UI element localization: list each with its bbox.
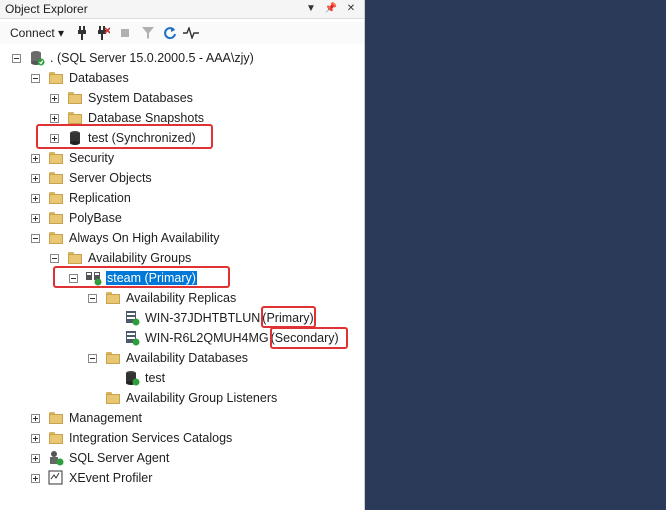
tree-node-root[interactable]: . (SQL Server 15.0.2000.5 - AAA\zjy)	[12, 48, 255, 68]
expand-icon[interactable]	[31, 413, 40, 423]
connect-button[interactable]: Connect ▾	[10, 26, 64, 40]
replica-icon	[124, 330, 140, 346]
replica-icon	[124, 310, 140, 326]
folder-icon	[48, 150, 64, 166]
highlight-primary-role	[261, 306, 316, 328]
tree-node-label: Integration Services Catalogs	[69, 431, 233, 445]
expand-icon[interactable]	[31, 213, 40, 223]
tree-node-ag-listeners[interactable]: Availability Group Listeners	[88, 388, 278, 408]
pin-button[interactable]: 📌	[324, 1, 338, 16]
folder-icon	[67, 250, 83, 266]
tree-node-management[interactable]: Management	[31, 408, 143, 428]
tree-node-sql-agent[interactable]: SQL Server Agent	[31, 448, 170, 468]
activity-monitor-icon[interactable]	[183, 25, 199, 41]
folder-icon	[67, 90, 83, 106]
window-position-button[interactable]: ▼	[304, 1, 318, 16]
tree-node-label: Server Objects	[69, 171, 152, 185]
tree-node-availability-databases[interactable]: Availability Databases	[88, 348, 249, 368]
folder-icon	[48, 410, 64, 426]
ag-database-icon	[124, 370, 140, 386]
tree-node-label: Always On High Availability	[69, 231, 220, 245]
tree-node-security[interactable]: Security	[31, 148, 115, 168]
expand-icon[interactable]	[31, 453, 40, 463]
tree-node-label: Database Snapshots	[88, 111, 205, 125]
expand-icon[interactable]	[31, 193, 40, 203]
filter-icon[interactable]	[140, 25, 156, 41]
tree-node-integration-services[interactable]: Integration Services Catalogs	[31, 428, 233, 448]
tree-node-label: SQL Server Agent	[69, 451, 170, 465]
tree-node-replication[interactable]: Replication	[31, 188, 132, 208]
collapse-icon[interactable]	[88, 293, 97, 303]
expand-icon[interactable]	[31, 433, 40, 443]
tree-node-server-objects[interactable]: Server Objects	[31, 168, 153, 188]
tree-node-label: Availability Group Listeners	[126, 391, 278, 405]
object-explorer-panel: Object Explorer ▼ 📌 ✕ Connect ▾ . (SQL S…	[0, 0, 365, 510]
collapse-icon[interactable]	[50, 253, 59, 263]
profiler-icon	[48, 470, 64, 486]
tree-node-polybase[interactable]: PolyBase	[31, 208, 123, 228]
tree-node-databases[interactable]: Databases	[31, 68, 130, 88]
tree-node-label: Availability Groups	[88, 251, 192, 265]
tree-node-label: Replication	[69, 191, 131, 205]
folder-icon	[105, 350, 121, 366]
tree-node-label: XEvent Profiler	[69, 471, 153, 485]
folder-icon	[48, 230, 64, 246]
tree-node-always-on[interactable]: Always On High Availability	[31, 228, 221, 248]
tree-node-system-databases[interactable]: System Databases	[50, 88, 194, 108]
collapse-icon[interactable]	[12, 53, 21, 63]
tree-node-label: WIN-37JDHTBTLUN	[145, 311, 261, 325]
panel-title: Object Explorer	[5, 2, 88, 16]
folder-icon	[48, 190, 64, 206]
folder-icon	[48, 210, 64, 226]
tree-node-label: System Databases	[88, 91, 193, 105]
expand-icon[interactable]	[50, 113, 59, 123]
tree-node-ag-test-db[interactable]: test	[107, 368, 166, 388]
panel-titlebar: Object Explorer ▼ 📌 ✕	[0, 0, 364, 19]
folder-icon	[105, 290, 121, 306]
folder-icon	[105, 390, 121, 406]
folder-icon	[48, 70, 64, 86]
disconnect-icon[interactable]	[95, 25, 111, 41]
collapse-icon[interactable]	[31, 233, 40, 243]
explorer-toolbar: Connect ▾	[0, 22, 364, 44]
expand-icon[interactable]	[31, 473, 40, 483]
connect-plug-icon[interactable]	[74, 25, 90, 41]
expand-icon[interactable]	[50, 93, 59, 103]
tree-node-availability-groups[interactable]: Availability Groups	[50, 248, 192, 268]
tree-node-label: Management	[69, 411, 142, 425]
tree-node-label: Availability Databases	[126, 351, 249, 365]
expand-icon[interactable]	[31, 173, 40, 183]
tree-node-label: Databases	[69, 71, 129, 85]
folder-icon	[48, 170, 64, 186]
tree-node-label: PolyBase	[69, 211, 122, 225]
stop-icon[interactable]	[117, 25, 133, 41]
highlight-secondary-role	[270, 327, 348, 349]
tree-node-xevent-profiler[interactable]: XEvent Profiler	[31, 468, 153, 488]
tree-node-label: test	[145, 371, 166, 385]
collapse-icon[interactable]	[88, 353, 97, 363]
tree-node-label: WIN-R6L2QMUH4MG	[145, 331, 269, 345]
close-button[interactable]: ✕	[344, 1, 358, 16]
tree-node-availability-replicas[interactable]: Availability Replicas	[88, 288, 237, 308]
agent-icon	[48, 450, 64, 466]
highlight-steam-primary	[53, 266, 230, 288]
expand-icon[interactable]	[31, 153, 40, 163]
highlight-test-synchronized	[36, 124, 213, 149]
server-icon	[29, 50, 45, 66]
tree-node-label: Availability Replicas	[126, 291, 237, 305]
collapse-icon[interactable]	[31, 73, 40, 83]
refresh-icon[interactable]	[162, 25, 178, 41]
tree-node-label: Security	[69, 151, 115, 165]
tree-node-label: . (SQL Server 15.0.2000.5 - AAA\zjy)	[50, 51, 254, 65]
folder-icon	[48, 430, 64, 446]
